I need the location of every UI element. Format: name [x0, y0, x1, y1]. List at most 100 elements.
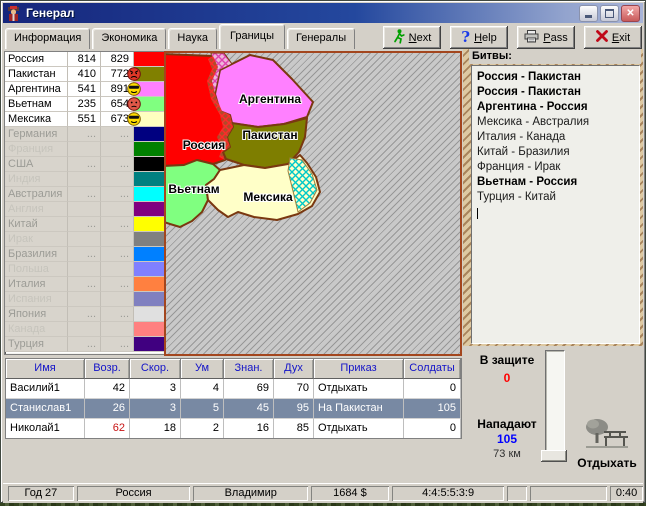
tab-information[interactable]: Информация: [5, 28, 90, 49]
tab-bar: Информация Экономика Наука Границы Генер…: [5, 25, 357, 49]
battle-item[interactable]: Россия - Пакистан: [477, 70, 634, 85]
country-row-19[interactable]: Турция......: [5, 337, 164, 352]
country-name: Ирак: [5, 232, 68, 247]
battles-panel: Битвы: Россия - ПакистанРоссия - Пакиста…: [463, 49, 643, 346]
country-color-swatch: [134, 202, 164, 217]
country-color-swatch: [134, 217, 164, 232]
country-color-swatch: [134, 322, 164, 337]
country-row-14[interactable]: Польша: [5, 262, 164, 277]
troops-slider-thumb[interactable]: [541, 450, 567, 462]
country-value-1: ...: [68, 307, 101, 322]
tab-economy[interactable]: Экономика: [92, 28, 166, 49]
battle-item[interactable]: Вьетнам - Россия: [477, 175, 634, 190]
col-header-mind[interactable]: Ум: [181, 359, 224, 379]
country-value-2: [101, 262, 134, 277]
country-row-15[interactable]: Италия......: [5, 277, 164, 292]
help-button[interactable]: ? Help: [450, 26, 508, 49]
country-row-16[interactable]: Испания: [5, 292, 164, 307]
country-name: Китай: [5, 217, 68, 232]
map-label-pakistan: Пакистан: [242, 128, 297, 142]
battle-item[interactable]: Китай - Бразилия: [477, 145, 634, 160]
battle-item[interactable]: Россия - Пакистан: [477, 85, 634, 100]
col-header-speed[interactable]: Скор.: [130, 359, 181, 379]
status-empty-1: [507, 486, 527, 501]
battle-item[interactable]: Турция - Китай: [477, 190, 634, 205]
country-name: Бразилия: [5, 247, 68, 262]
country-row-18[interactable]: Канада: [5, 322, 164, 337]
general-order: Отдыхать: [314, 419, 404, 439]
country-value-1: ...: [68, 277, 101, 292]
general-row-2[interactable]: Николай1621821685Отдыхать0: [6, 419, 461, 439]
world-map[interactable]: Россия Аргентина Пакистан Вьетнам Мексик…: [164, 51, 462, 356]
battle-item[interactable]: Мексика - Австралия: [477, 115, 634, 130]
country-color-swatch: [134, 157, 164, 172]
col-header-soldiers[interactable]: Солдаты: [404, 359, 461, 379]
tab-borders[interactable]: Границы: [219, 24, 285, 49]
general-mind: 5: [181, 399, 224, 419]
general-row-1[interactable]: Станислав126354595На Пакистан105: [6, 399, 461, 419]
battle-item[interactable]: Аргентина - Россия: [477, 100, 634, 115]
country-row-10[interactable]: Англия: [5, 202, 164, 217]
generals-table-header: Имя Возр. Скор. Ум Знан. Дух Приказ Солд…: [6, 359, 461, 379]
general-mind: 2: [181, 419, 224, 439]
country-row-6[interactable]: Франция: [5, 142, 164, 157]
tab-generals[interactable]: Генералы: [287, 28, 355, 49]
country-row-11[interactable]: Китай......: [5, 217, 164, 232]
attack-label: Нападают: [467, 417, 547, 431]
country-value-2: [101, 232, 134, 247]
battle-item[interactable]: Франция - Ирак: [477, 160, 634, 175]
col-header-knowledge[interactable]: Знан.: [224, 359, 274, 379]
country-name: Мексика: [5, 112, 68, 127]
exit-button[interactable]: Exit: [584, 26, 642, 49]
close-icon[interactable]: ✕: [621, 5, 640, 22]
country-value-1: ...: [68, 337, 101, 352]
map-label-russia: Россия: [183, 138, 226, 152]
title-bar[interactable]: Генерал ✕: [3, 3, 643, 23]
troops-slider-track[interactable]: [545, 350, 565, 462]
country-row-4[interactable]: Мексика551673: [5, 112, 164, 127]
country-value-2: ...: [101, 187, 134, 202]
country-value-2: ...: [101, 217, 134, 232]
country-name: Англия: [5, 202, 68, 217]
country-row-17[interactable]: Япония......: [5, 307, 164, 322]
country-value-2: ...: [101, 247, 134, 262]
country-color-swatch: [134, 232, 164, 247]
country-row-3[interactable]: Вьетнам235654: [5, 97, 164, 112]
question-mark-icon: ?: [461, 30, 470, 45]
country-row-9[interactable]: Австралия......: [5, 187, 164, 202]
next-button[interactable]: Next: [383, 26, 441, 49]
battle-item[interactable]: Италия - Канада: [477, 130, 634, 145]
country-row-13[interactable]: Бразилия......: [5, 247, 164, 262]
col-header-age[interactable]: Возр.: [85, 359, 130, 379]
country-row-0[interactable]: Россия814829: [5, 52, 164, 67]
country-color-swatch: [134, 172, 164, 187]
tab-science[interactable]: Наука: [168, 28, 217, 49]
general-row-0[interactable]: Василий142346970Отдыхать0: [6, 379, 461, 399]
country-name: Испания: [5, 292, 68, 307]
country-value-2: [101, 142, 134, 157]
country-row-12[interactable]: Ирак: [5, 232, 164, 247]
country-row-5[interactable]: Германия......: [5, 127, 164, 142]
col-header-order[interactable]: Приказ: [314, 359, 404, 379]
country-name: Германия: [5, 127, 68, 142]
rest-label[interactable]: Отдыхать: [569, 456, 645, 470]
country-row-1[interactable]: Пакистан410772: [5, 67, 164, 82]
country-value-1: [68, 172, 101, 187]
country-name: Индия: [5, 172, 68, 187]
col-header-spirit[interactable]: Дух: [274, 359, 314, 379]
country-value-2: ...: [101, 127, 134, 142]
country-value-1: ...: [68, 157, 101, 172]
minimize-icon[interactable]: [579, 5, 598, 22]
running-man-icon: [393, 29, 405, 47]
red-x-icon: [596, 30, 608, 45]
col-header-name[interactable]: Имя: [6, 359, 85, 379]
pass-button[interactable]: Pass: [517, 26, 575, 49]
general-speed: 3: [130, 399, 181, 419]
maximize-icon[interactable]: [600, 5, 619, 22]
country-row-7[interactable]: США......: [5, 157, 164, 172]
country-name: Аргентина: [5, 82, 68, 97]
battles-listbox[interactable]: Россия - ПакистанРоссия - ПакистанАргент…: [471, 65, 640, 344]
country-row-8[interactable]: Индия: [5, 172, 164, 187]
country-row-2[interactable]: Аргентина541891: [5, 82, 164, 97]
app-general-icon: [6, 6, 21, 21]
